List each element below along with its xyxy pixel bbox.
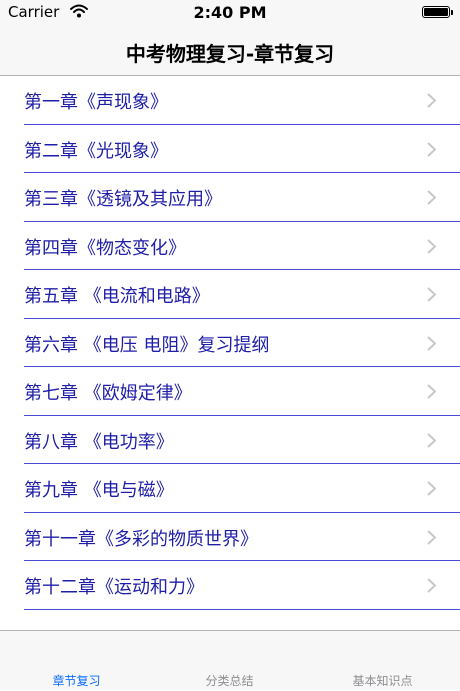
chapter-row[interactable]: 第五章 《电流和电路》 <box>24 270 460 319</box>
status-bar: Carrier 2:40 PM <box>0 0 460 26</box>
chevron-right-icon <box>427 432 436 448</box>
navigation-bar: 中考物理复习-章节复习 <box>0 26 460 76</box>
tab-label: 基本知识点 <box>352 674 413 688</box>
chevron-right-icon <box>427 287 436 302</box>
chapter-row[interactable]: 第一章《声现象》 <box>24 76 460 125</box>
chapter-label: 第四章《物态变化》 <box>24 237 186 259</box>
chapter-label: 第十二章《运动和力》 <box>24 577 204 598</box>
chapter-row[interactable]: 第四章《物态变化》 <box>24 222 460 270</box>
chevron-right-icon <box>427 481 436 496</box>
tab-bar: 章节复习 分类总结 基本知识点 <box>0 630 460 690</box>
battery-icon <box>422 6 453 18</box>
chevron-right-icon <box>427 93 436 108</box>
chevron-right-icon <box>427 335 436 351</box>
chapter-label: 第十一章《多彩的物质世界》 <box>24 528 258 550</box>
chapter-label: 第七章 《欧姆定律》 <box>24 383 192 404</box>
tab-category-summary[interactable]: 分类总结 <box>153 631 306 691</box>
chapter-row[interactable]: 第七章 《欧姆定律》 <box>24 367 460 416</box>
chapter-row[interactable]: 第十一章《多彩的物质世界》 <box>24 513 460 561</box>
chapter-row[interactable]: 第八章 《电功率》 <box>24 416 460 464</box>
tab-label: 章节复习 <box>52 674 101 688</box>
chapter-label: 第一章《声现象》 <box>24 92 168 113</box>
chapter-row[interactable]: 第六章 《电压 电阻》复习提纲 <box>24 319 460 367</box>
tab-label: 分类总结 <box>205 674 254 688</box>
chapter-label: 第二章《光现象》 <box>24 140 168 162</box>
chapter-label: 第九章 《电与磁》 <box>24 480 174 501</box>
tab-chapter-review[interactable]: 章节复习 <box>0 631 153 691</box>
chapter-label: 第五章 《电流和电路》 <box>24 286 210 307</box>
chapter-row[interactable]: 第三章《透镜及其应用》 <box>24 173 460 222</box>
page-title: 中考物理复习-章节复习 <box>125 42 335 66</box>
chapter-row[interactable]: 第十二章《运动和力》 <box>24 561 460 610</box>
chevron-right-icon <box>427 190 436 205</box>
tab-basic-knowledge[interactable]: 基本知识点 <box>306 631 459 691</box>
chevron-right-icon <box>427 578 436 593</box>
chevron-right-icon <box>427 238 436 254</box>
chapter-row[interactable]: 第二章《光现象》 <box>24 125 460 173</box>
chapter-label: 第六章 《电压 电阻》复习提纲 <box>24 334 270 356</box>
chevron-right-icon <box>427 141 436 157</box>
chapter-label: 第八章 《电功率》 <box>24 431 174 453</box>
chevron-right-icon <box>427 384 436 399</box>
chevron-right-icon <box>427 529 436 545</box>
chapter-label: 第三章《透镜及其应用》 <box>24 189 222 210</box>
status-time: 2:40 PM <box>193 3 267 22</box>
chapter-list[interactable]: 第一章《声现象》 第二章《光现象》 第三章《透镜及其应用》 第四章《物态变化》 … <box>0 76 460 630</box>
chapter-row[interactable]: 第九章 《电与磁》 <box>24 464 460 513</box>
